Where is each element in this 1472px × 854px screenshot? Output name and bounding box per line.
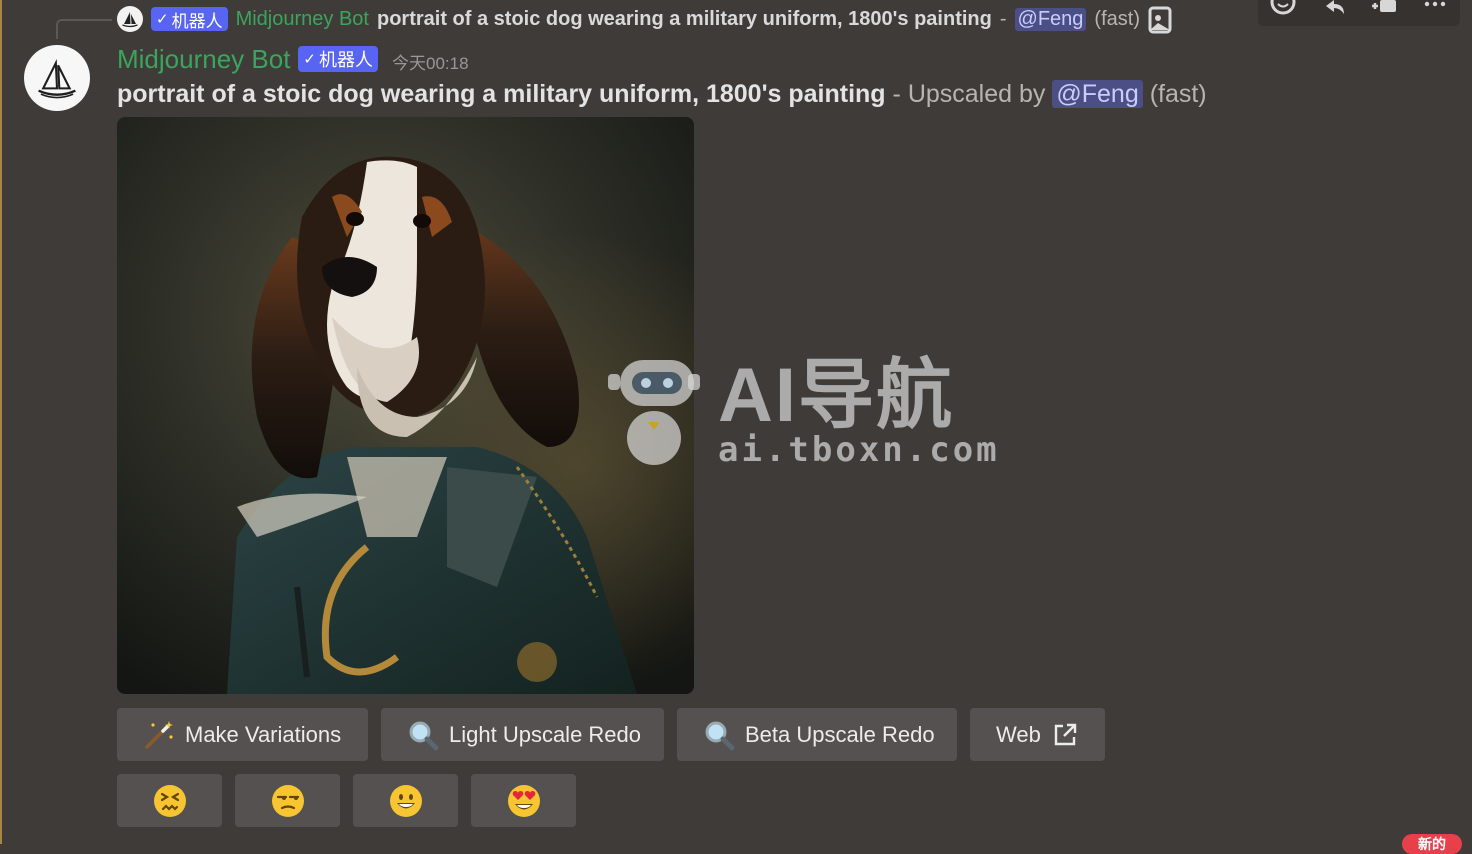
reply-mention[interactable]: @Feng: [1014, 7, 1087, 31]
message-timestamp[interactable]: 今天00:18: [392, 49, 469, 74]
watermark-robot-logo: [608, 360, 700, 465]
confounded-face-icon: [153, 784, 186, 817]
create-thread-icon[interactable]: [1370, 0, 1398, 18]
more-options-icon[interactable]: [1421, 0, 1449, 18]
bot-tag: ✓ 机器人: [151, 7, 228, 31]
window-edge: [0, 0, 2, 844]
reply-mode: (fast): [1094, 7, 1140, 30]
magnifier-icon: [703, 719, 735, 751]
reply-icon[interactable]: [1320, 0, 1348, 18]
external-link-icon: [1051, 719, 1079, 751]
upscaled-by-text: - Upscaled by: [892, 80, 1046, 108]
beta-upscale-redo-label: Beta Upscale Redo: [745, 721, 935, 747]
message-header: Midjourney Bot ✓ 机器人 今天00:18: [117, 42, 469, 76]
image-icon: [1148, 6, 1172, 34]
reaction-grinning-button[interactable]: [353, 774, 458, 827]
make-variations-button[interactable]: Make Variations: [117, 708, 368, 761]
new-messages-badge[interactable]: 新的: [1402, 834, 1462, 854]
message-content: portrait of a stoic dog wearing a milita…: [117, 80, 1207, 109]
reaction-unamused-button[interactable]: [235, 774, 340, 827]
reply-prompt[interactable]: portrait of a stoic dog wearing a milita…: [377, 8, 992, 31]
reaction-buttons: [117, 774, 576, 827]
bot-avatar[interactable]: [24, 45, 90, 111]
magic-wand-icon: [143, 719, 175, 751]
beta-upscale-redo-button[interactable]: Beta Upscale Redo: [677, 708, 957, 761]
user-mention[interactable]: @Feng: [1052, 80, 1143, 108]
reaction-heart-eyes-button[interactable]: [471, 774, 576, 827]
watermark-title: AI导航: [718, 353, 954, 438]
magnifier-icon: [407, 719, 439, 751]
message-author[interactable]: Midjourney Bot: [117, 44, 290, 75]
reaction-confounded-button[interactable]: [117, 774, 222, 827]
web-label: Web: [996, 721, 1041, 747]
unamused-face-icon: [271, 784, 304, 817]
action-buttons: Make Variations Light Upscale Redo Beta …: [117, 708, 1105, 761]
reply-separator: -: [999, 7, 1007, 30]
reply-reference[interactable]: ✓ 机器人 Midjourney Bot portrait of a stoic …: [117, 4, 1172, 34]
watermark-domain: ai.tboxn.com: [718, 430, 1000, 470]
light-upscale-redo-label: Light Upscale Redo: [449, 721, 642, 747]
message-toolbar: [1258, 0, 1460, 26]
reply-author[interactable]: Midjourney Bot: [236, 8, 369, 31]
make-variations-label: Make Variations: [185, 721, 342, 747]
add-reaction-icon[interactable]: [1269, 0, 1297, 18]
grinning-face-icon: [389, 784, 422, 817]
light-upscale-redo-button[interactable]: Light Upscale Redo: [381, 708, 664, 761]
watermark: AI导航 ai.tboxn.com: [608, 353, 1018, 470]
sailboat-icon: [38, 59, 76, 99]
reply-connector: [56, 19, 112, 39]
speed-mode: (fast): [1149, 80, 1207, 108]
bot-mini-avatar-icon[interactable]: [117, 6, 143, 32]
heart-eyes-face-icon: [507, 784, 540, 817]
bot-tag: ✓ 机器人: [298, 46, 378, 72]
web-button[interactable]: Web: [970, 708, 1105, 761]
message-prompt: portrait of a stoic dog wearing a milita…: [117, 80, 886, 108]
